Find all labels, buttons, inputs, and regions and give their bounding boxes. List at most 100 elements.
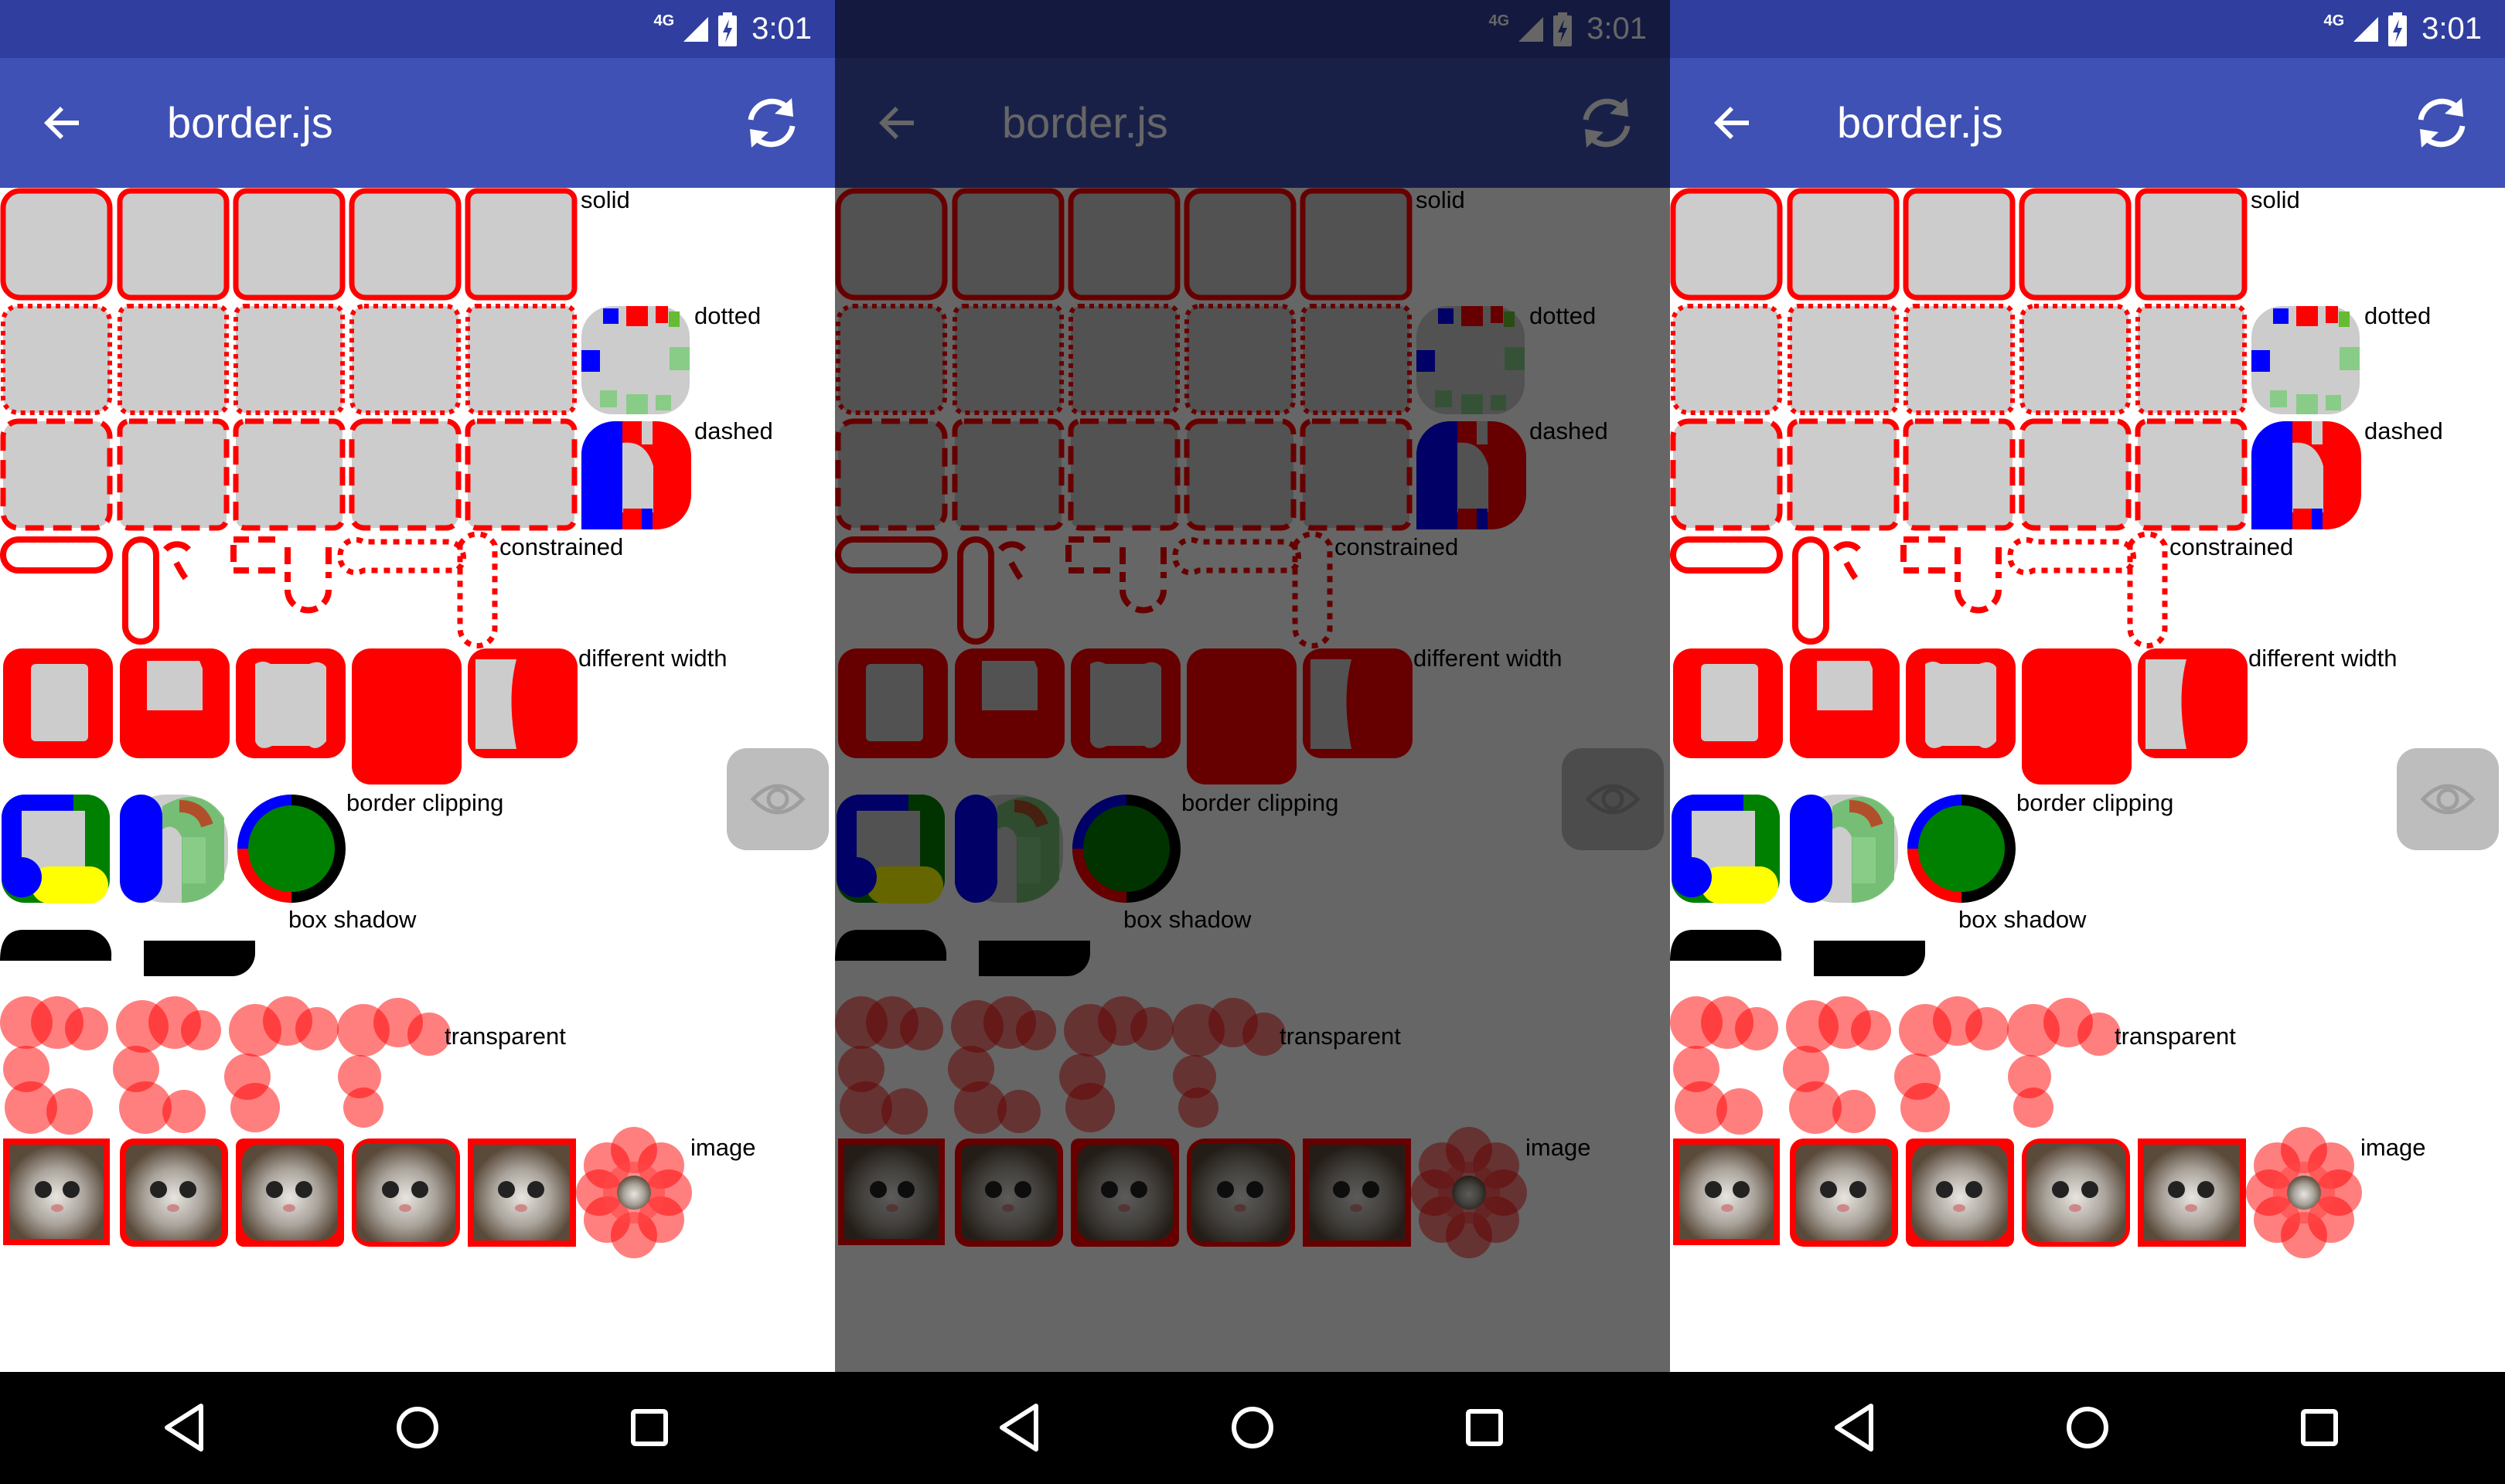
label-solid: solid [2251, 188, 2300, 213]
phone-screen-right: 4G 3:01 border.js solid dotted dashed co… [1670, 0, 2505, 1484]
phone-screen-middle: 4G 3:01 border.js solid dotted dashed co… [835, 0, 1670, 1484]
label-image: image [1525, 1134, 1591, 1161]
battery-charging-icon [2388, 12, 2408, 46]
label-image: image [690, 1134, 756, 1161]
label-transparent: transparent [1280, 1023, 1401, 1050]
reload-icon[interactable] [2411, 92, 2473, 154]
system-nav-bar [1670, 1372, 2505, 1484]
back-arrow-icon[interactable] [39, 98, 88, 148]
box-shadow-row [0, 929, 255, 976]
nav-home-icon[interactable] [2055, 1395, 2120, 1460]
status-bar: 4G 3:01 [0, 0, 835, 58]
inspector-button[interactable] [2397, 748, 2499, 850]
dotted-row [836, 304, 1412, 415]
status-clock: 3:01 [752, 12, 812, 46]
label-solid: solid [581, 188, 630, 213]
transparent-row [0, 996, 451, 1135]
label-different-width: different width [1413, 645, 1563, 672]
nav-back-icon[interactable] [153, 1395, 218, 1460]
back-arrow-icon[interactable] [874, 98, 923, 148]
content-area: solid dotted dashed constrained differen… [835, 188, 1670, 1372]
solid-row [1670, 188, 2248, 301]
dotted-multicolor-box [581, 306, 690, 414]
dotted-row [1671, 304, 2247, 415]
system-nav-bar [835, 1372, 1670, 1484]
reload-icon[interactable] [1576, 92, 1638, 154]
different-width-row [1673, 648, 2248, 785]
phone-screen-left: 4G 3:01 border.js solid dotted dashed co… [0, 0, 835, 1484]
constrained-row [0, 531, 498, 648]
different-width-row [838, 648, 1413, 785]
constrained-row [1670, 531, 2168, 648]
label-border-clipping: border clipping [346, 789, 504, 816]
eye-icon [2420, 784, 2476, 815]
inspector-button[interactable] [727, 748, 829, 850]
label-transparent: transparent [2115, 1023, 2236, 1050]
box-shadow-row [1670, 929, 1925, 976]
box-shadow-row [835, 929, 1090, 976]
status-bar: 4G 3:01 [835, 0, 1670, 58]
signal-icon [683, 16, 709, 42]
label-constrained: constrained [499, 533, 624, 560]
constrained-row [835, 531, 1333, 648]
image-row [3, 1127, 692, 1258]
battery-charging-icon [1553, 12, 1573, 46]
nav-back-icon[interactable] [988, 1395, 1053, 1460]
page-title: border.js [167, 98, 333, 147]
transparent-row [835, 996, 1286, 1135]
dashed-row [0, 418, 578, 531]
dashed-multicolor-box [2251, 421, 2361, 529]
label-border-clipping: border clipping [2016, 789, 2174, 816]
dashed-row [1670, 418, 2248, 531]
nav-home-icon[interactable] [385, 1395, 450, 1460]
label-box-shadow: box shadow [1958, 906, 2087, 933]
signal-icon [2353, 16, 2379, 42]
battery-charging-icon [718, 12, 738, 46]
label-image: image [2360, 1134, 2426, 1161]
eye-icon [1585, 784, 1641, 815]
solid-row [835, 188, 1413, 301]
network-type-label: 4G [1488, 12, 1510, 29]
back-arrow-icon[interactable] [1709, 98, 1758, 148]
border-clipping-row [837, 795, 1181, 904]
content-area: solid dotted dashed constrained differen… [0, 188, 835, 1372]
page-title: border.js [1837, 98, 2003, 147]
app-bar: border.js [1670, 58, 2505, 188]
dashed-row [835, 418, 1413, 531]
label-border-clipping: border clipping [1181, 789, 1339, 816]
inspector-button[interactable] [1562, 748, 1664, 850]
border-clipping-row [1672, 795, 2016, 904]
image-row [838, 1127, 1527, 1258]
label-dashed: dashed [694, 417, 773, 444]
label-dotted: dotted [1529, 302, 1597, 329]
content-area: solid dotted dashed constrained differen… [1670, 188, 2505, 1372]
transparent-row [1670, 996, 2121, 1135]
border-clipping-row [2, 795, 346, 904]
different-width-row [3, 648, 578, 785]
nav-home-icon[interactable] [1220, 1395, 1285, 1460]
image-row [1673, 1127, 2362, 1258]
app-bar: border.js [835, 58, 1670, 188]
label-box-shadow: box shadow [288, 906, 417, 933]
network-type-label: 4G [653, 12, 675, 29]
label-different-width: different width [2248, 645, 2398, 672]
dotted-row [1, 304, 577, 415]
status-bar: 4G 3:01 [1670, 0, 2505, 58]
label-dashed: dashed [1529, 417, 1608, 444]
label-solid: solid [1416, 188, 1465, 213]
page-title: border.js [1002, 98, 1168, 147]
label-dotted: dotted [694, 302, 762, 329]
border-demo-canvas [1670, 188, 2362, 1258]
nav-recents-icon[interactable] [1452, 1395, 1517, 1460]
label-constrained: constrained [1334, 533, 1459, 560]
network-type-label: 4G [2323, 12, 2345, 29]
signal-icon [1518, 16, 1544, 42]
nav-recents-icon[interactable] [2287, 1395, 2352, 1460]
reload-icon[interactable] [741, 92, 803, 154]
nav-back-icon[interactable] [1823, 1395, 1888, 1460]
label-box-shadow: box shadow [1123, 906, 1252, 933]
border-demo-canvas [835, 188, 1527, 1258]
border-demo-canvas [0, 188, 692, 1258]
dashed-multicolor-box [581, 421, 691, 529]
nav-recents-icon[interactable] [617, 1395, 682, 1460]
